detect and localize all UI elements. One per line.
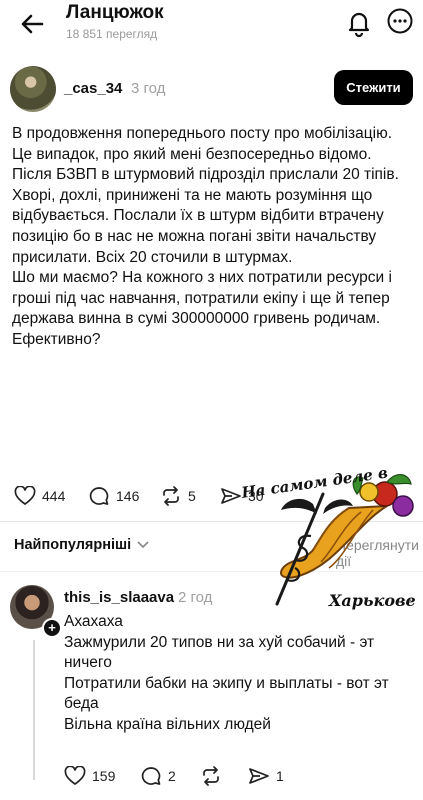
heart-icon xyxy=(64,766,86,785)
follow-plus-icon[interactable]: + xyxy=(42,618,62,638)
like-button[interactable]: 159 xyxy=(64,766,115,786)
reply-timestamp: 2 год xyxy=(178,589,213,606)
heart-icon xyxy=(14,486,36,505)
repost-icon xyxy=(163,486,179,506)
post-paragraph: Це випадок, про який мені безпосередньо … xyxy=(12,145,372,163)
reply-paragraph: Зажмурили 20 типов ни за хуй собачий - э… xyxy=(64,633,375,672)
author-avatar[interactable] xyxy=(10,66,56,112)
repost-count: 5 xyxy=(188,488,196,504)
reply-paragraph: Потратили бабки на экипу и выплаты - вот… xyxy=(64,674,389,713)
reply-paragraph: Ахахаха xyxy=(64,613,123,630)
like-count: 444 xyxy=(42,488,66,504)
cornucopia-logo-sticker: На самом деле в Харькове xyxy=(239,464,416,610)
like-button[interactable]: 444 xyxy=(14,486,65,506)
back-button[interactable] xyxy=(14,6,50,42)
post-author-username[interactable]: _cas_34 xyxy=(64,80,122,97)
post-paragraph: Ефективно? xyxy=(12,330,101,348)
sort-dropdown[interactable]: Найпопулярніші xyxy=(14,537,149,553)
post-paragraph: Після БЗВП в штурмовий підрозділ прислал… xyxy=(12,166,399,266)
post-text: В продовження попереднього посту про моб… xyxy=(12,124,407,351)
page-title: Ланцюжок xyxy=(66,2,164,23)
share-count: 1 xyxy=(276,768,284,784)
thread-line xyxy=(33,640,35,780)
repost-button[interactable]: 5 xyxy=(160,486,196,506)
comment-count: 146 xyxy=(116,488,140,504)
like-count: 159 xyxy=(92,768,116,784)
repost-icon xyxy=(203,766,219,786)
comment-icon xyxy=(89,487,109,505)
view-count: 18 851 перегляд xyxy=(66,27,158,41)
reply-paragraph: Вільна країна вільних людей xyxy=(64,715,271,733)
notifications-button[interactable] xyxy=(344,7,374,38)
comment-button[interactable]: 146 xyxy=(88,486,139,506)
reply-text: Ахахаха Зажмурили 20 типов ни за хуй соб… xyxy=(64,612,409,736)
reply-author-username[interactable]: this_is_slaaava xyxy=(64,589,174,606)
post-timestamp: 3 год xyxy=(131,80,166,97)
post-paragraph: Шо ми маємо? На кожного з них потратили … xyxy=(12,269,392,328)
sticker-caption-bottom: Харькове xyxy=(328,591,416,610)
more-circle-icon xyxy=(387,8,413,34)
more-options-button[interactable] xyxy=(386,7,414,35)
post-paragraph: В продовження попереднього посту про моб… xyxy=(12,125,393,142)
comment-button[interactable]: 2 xyxy=(140,766,176,786)
share-button[interactable]: 1 xyxy=(248,766,284,786)
sort-label: Найпопулярніші xyxy=(14,537,132,553)
send-icon xyxy=(249,768,269,784)
comment-count: 2 xyxy=(168,768,176,784)
repost-button[interactable] xyxy=(200,766,222,786)
bell-icon xyxy=(348,12,370,38)
follow-button[interactable]: Стежити xyxy=(334,70,413,105)
comment-icon xyxy=(141,767,161,785)
chevron-down-icon xyxy=(137,541,149,549)
arrow-left-icon xyxy=(21,14,44,34)
